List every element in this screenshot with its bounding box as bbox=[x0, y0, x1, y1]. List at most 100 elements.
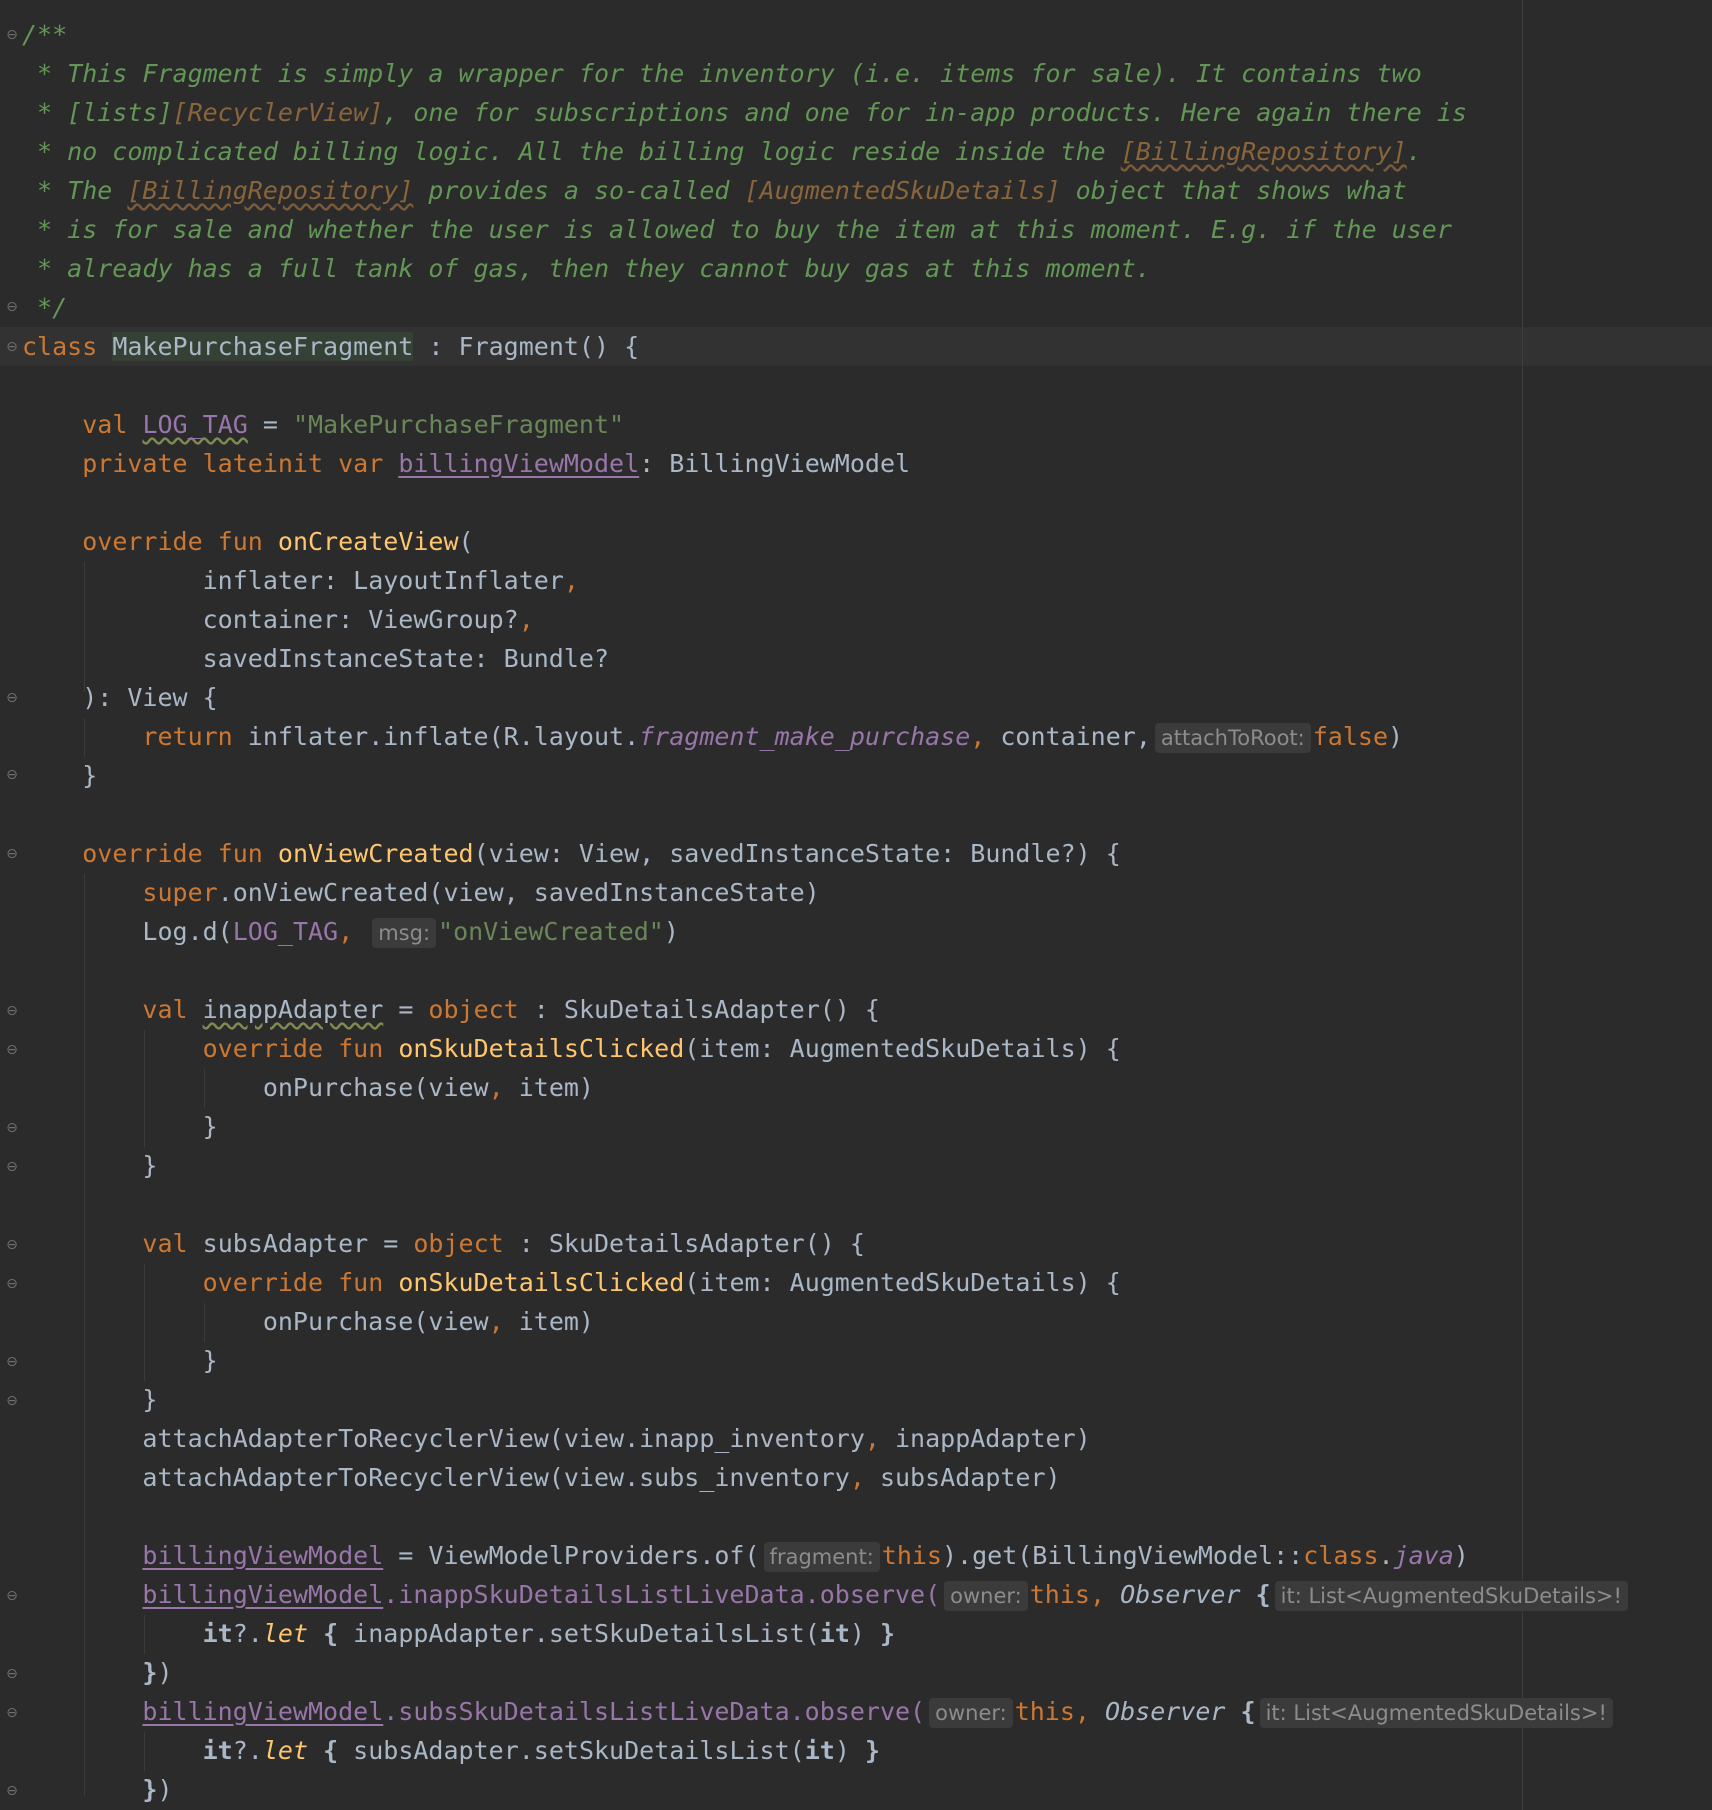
fold-end-icon[interactable]: ⊖ bbox=[4, 767, 20, 783]
code-line: override fun onCreateView( bbox=[82, 527, 474, 556]
code-text: item) bbox=[503, 1307, 594, 1336]
fold-end-icon[interactable]: ⊖ bbox=[4, 1354, 20, 1370]
code-line: * This Fragment is simply a wrapper for … bbox=[22, 59, 1422, 88]
variable-name[interactable]: inappAdapter bbox=[203, 995, 384, 1024]
code-line: savedInstanceState: Bundle? bbox=[22, 639, 609, 678]
class-name[interactable]: MakePurchaseFragment bbox=[112, 332, 414, 361]
code-line: onPurchase(view, item) bbox=[262, 1307, 594, 1336]
property-reference[interactable]: .subsSkuDetailsListLiveData.observe( bbox=[383, 1697, 925, 1726]
property-reference[interactable]: .inappSkuDetailsListLiveData.observe( bbox=[383, 1580, 940, 1609]
keyword: return bbox=[142, 722, 233, 751]
comment-text: * no complicated billing logic. All the … bbox=[22, 137, 1121, 166]
code-text: attachAdapterToRecyclerView(view.subs_in… bbox=[142, 1463, 850, 1492]
code-text: (item: AugmentedSkuDetails) { bbox=[684, 1034, 1121, 1063]
function-name[interactable]: onSkuDetailsClicked bbox=[398, 1034, 684, 1063]
code-line: billingViewModel = ViewModelProviders.of… bbox=[142, 1541, 1469, 1572]
code-text: Log.d( bbox=[142, 917, 233, 946]
fold-collapse-icon[interactable]: ⊖ bbox=[4, 1705, 20, 1721]
fold-collapse-icon[interactable]: ⊖ bbox=[4, 1042, 20, 1058]
code-line: * is for sale and whether the user is al… bbox=[22, 215, 1452, 244]
comment-link[interactable]: [RecyclerView] bbox=[173, 98, 384, 127]
fold-collapse-icon[interactable]: ⊖ bbox=[4, 846, 20, 862]
code-line: billingViewModel.inappSkuDetailsListLive… bbox=[22, 1575, 1630, 1614]
code-text: = ViewModelProviders.of( bbox=[383, 1541, 760, 1570]
keyword: override fun bbox=[202, 1034, 384, 1063]
fold-collapse-icon[interactable]: ⊖ bbox=[4, 1003, 20, 1019]
code-line: }) bbox=[142, 1775, 173, 1804]
parameter-hint: msg: bbox=[372, 918, 437, 948]
code-line: attachAdapterToRecyclerView(view.inapp_i… bbox=[142, 1424, 1091, 1453]
function-name[interactable]: let bbox=[263, 1736, 308, 1765]
code-text: onPurchase(view bbox=[262, 1307, 489, 1336]
string-literal: "MakePurchaseFragment" bbox=[292, 410, 625, 439]
code-line: attachAdapterToRecyclerView(view.subs_in… bbox=[142, 1463, 1061, 1492]
fold-end-icon[interactable]: ⊖ bbox=[4, 1120, 20, 1136]
parameter-hint: owner: bbox=[944, 1581, 1028, 1611]
code-line: override fun onSkuDetailsClicked(item: A… bbox=[22, 1029, 1121, 1068]
code-text: savedInstanceState: Bundle? bbox=[202, 644, 610, 673]
function-name[interactable]: let bbox=[263, 1619, 308, 1648]
keyword: this bbox=[1014, 1697, 1075, 1726]
code-line: it?.let { inappAdapter.setSkuDetailsList… bbox=[202, 1619, 896, 1648]
comment-link[interactable]: [BillingRepository] bbox=[1121, 137, 1407, 166]
fold-end-icon[interactable]: ⊖ bbox=[4, 1393, 20, 1409]
property-name[interactable]: LOG_TAG bbox=[142, 410, 247, 439]
resource-reference[interactable]: fragment_make_purchase bbox=[639, 722, 970, 751]
lambda-type-hint: it: List<AugmentedSkuDetails>! bbox=[1274, 1581, 1628, 1611]
fold-collapse-icon[interactable]: ⊖ bbox=[4, 27, 20, 43]
keyword: this bbox=[1029, 1580, 1090, 1609]
code-line: } bbox=[22, 1151, 158, 1180]
keyword: val bbox=[142, 1229, 188, 1258]
property-reference[interactable]: java bbox=[1394, 1541, 1454, 1570]
keyword: this bbox=[881, 1541, 942, 1570]
keyword: class bbox=[22, 332, 98, 361]
code-text: Observer bbox=[1105, 1697, 1226, 1726]
property-reference[interactable]: billingViewModel bbox=[142, 1541, 383, 1570]
variable-name[interactable]: subsAdapter bbox=[203, 1229, 369, 1258]
comment-text: object that shows what bbox=[1060, 176, 1407, 205]
property-reference[interactable]: LOG_TAG bbox=[233, 917, 338, 946]
property-name[interactable]: billingViewModel bbox=[398, 449, 639, 478]
function-name[interactable]: onViewCreated bbox=[278, 839, 474, 868]
code-text: : SkuDetailsAdapter() { bbox=[503, 1229, 865, 1258]
keyword: val bbox=[142, 995, 188, 1024]
code-text: onPurchase(view bbox=[262, 1073, 489, 1102]
code-text: inappAdapter) bbox=[879, 1424, 1091, 1453]
code-line: inflater: LayoutInflater, bbox=[202, 566, 579, 595]
function-name[interactable]: onSkuDetailsClicked bbox=[398, 1268, 684, 1297]
keyword: val bbox=[82, 410, 128, 439]
fold-end-icon[interactable]: ⊖ bbox=[4, 1783, 20, 1799]
code-editor[interactable]: ⊖ ⊖ ⊖ ⊖ ⊖ ⊖ ⊖ ⊖ ⊖ ⊖ ⊖ ⊖ ⊖ ⊖ ⊖ ⊖ ⊖ ⊖ /** … bbox=[0, 0, 1712, 1810]
code-text: ).get(BillingViewModel:: bbox=[942, 1541, 1304, 1570]
comment-link[interactable]: [BillingRepository] bbox=[127, 176, 413, 205]
code-text: it bbox=[804, 1736, 835, 1765]
code-line: * no complicated billing logic. All the … bbox=[22, 132, 1422, 171]
comment-link[interactable]: [AugmentedSkuDetails] bbox=[744, 176, 1060, 205]
code-text: : SkuDetailsAdapter() { bbox=[518, 995, 880, 1024]
code-line: */ bbox=[22, 293, 68, 322]
keyword: super bbox=[142, 878, 218, 907]
fold-collapse-icon[interactable]: ⊖ bbox=[4, 690, 20, 706]
keyword: override fun bbox=[82, 839, 263, 868]
fold-end-icon[interactable]: ⊖ bbox=[4, 299, 20, 315]
comment-text: provides a so-called bbox=[413, 176, 745, 205]
keyword: object bbox=[413, 1229, 504, 1258]
code-text: container, bbox=[985, 722, 1151, 751]
fold-collapse-icon[interactable]: ⊖ bbox=[4, 1276, 20, 1292]
function-name[interactable]: onCreateView bbox=[278, 527, 459, 556]
fold-collapse-icon[interactable]: ⊖ bbox=[4, 339, 20, 355]
code-line: /** bbox=[22, 20, 68, 49]
code-text: (view: View, savedInstanceState: Bundle?… bbox=[473, 839, 1121, 868]
fold-collapse-icon[interactable]: ⊖ bbox=[4, 1588, 20, 1604]
property-reference[interactable]: billingViewModel bbox=[142, 1697, 383, 1726]
code-text: it bbox=[202, 1736, 233, 1765]
fold-end-icon[interactable]: ⊖ bbox=[4, 1159, 20, 1175]
code-line: ): View { bbox=[22, 678, 217, 717]
fold-collapse-icon[interactable]: ⊖ bbox=[4, 1237, 20, 1253]
comment-text: * The bbox=[22, 176, 128, 205]
code-text: .onViewCreated(view, savedInstanceState) bbox=[217, 878, 820, 907]
property-reference[interactable]: billingViewModel bbox=[142, 1580, 383, 1609]
fold-end-icon[interactable]: ⊖ bbox=[4, 1666, 20, 1682]
code-text: inflater: LayoutInflater bbox=[202, 566, 564, 595]
code-line: val subsAdapter = object : SkuDetailsAda… bbox=[142, 1229, 865, 1258]
